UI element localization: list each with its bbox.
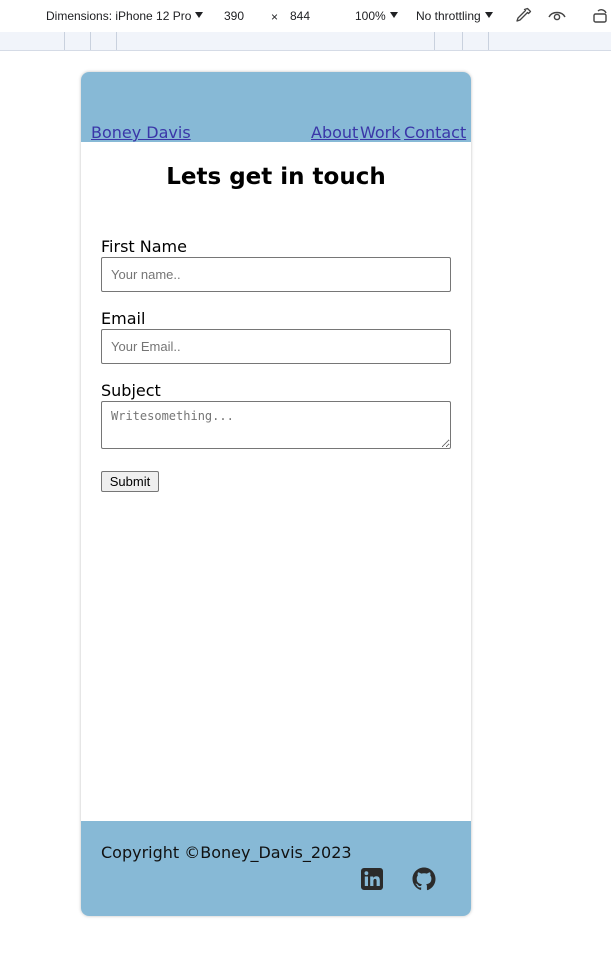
zoom-label: 100% bbox=[355, 9, 386, 23]
media-query-ruler bbox=[0, 32, 611, 51]
chevron-down-icon bbox=[484, 12, 493, 18]
subject-label: Subject bbox=[101, 381, 161, 400]
email-input[interactable] bbox=[101, 329, 451, 364]
brand-link[interactable]: Boney Davis bbox=[91, 123, 191, 142]
nav-link-contact[interactable]: Contact bbox=[404, 123, 466, 142]
submit-button[interactable]: Submit bbox=[101, 471, 159, 492]
linkedin-icon[interactable] bbox=[360, 867, 384, 891]
eye-icon[interactable] bbox=[547, 6, 567, 26]
devtools-device-toolbar: Dimensions: iPhone 12 Pro 390 × 844 100%… bbox=[0, 0, 611, 32]
throttling-dropdown[interactable]: No throttling bbox=[416, 9, 493, 23]
subject-textarea[interactable] bbox=[101, 401, 451, 449]
device-viewport: Boney Davis About Work Contact Lets get … bbox=[81, 72, 471, 916]
copyright-text: Copyright ©Boney_Davis_2023 bbox=[101, 843, 352, 862]
dimensions-times-sign: × bbox=[271, 10, 279, 24]
chevron-down-icon bbox=[389, 12, 398, 18]
eyedropper-icon[interactable] bbox=[513, 6, 533, 26]
device-width-input[interactable]: 390 bbox=[224, 9, 244, 23]
email-label: Email bbox=[101, 309, 146, 328]
rotate-icon[interactable] bbox=[591, 6, 611, 26]
first-name-label: First Name bbox=[101, 237, 187, 256]
nav-link-work[interactable]: Work bbox=[360, 123, 401, 142]
device-dimensions-label: Dimensions: iPhone 12 Pro bbox=[46, 9, 192, 23]
first-name-input[interactable] bbox=[101, 257, 451, 292]
nav-link-about[interactable]: About bbox=[311, 123, 358, 142]
throttling-label: No throttling bbox=[416, 9, 481, 23]
zoom-dropdown[interactable]: 100% bbox=[355, 9, 398, 23]
site-footer: Copyright ©Boney_Davis_2023 bbox=[81, 821, 471, 916]
chevron-down-icon bbox=[195, 12, 204, 18]
github-icon[interactable] bbox=[412, 867, 436, 891]
device-dimensions-dropdown[interactable]: Dimensions: iPhone 12 Pro bbox=[46, 9, 204, 23]
device-height-input[interactable]: 844 bbox=[290, 9, 310, 23]
page-title: Lets get in touch bbox=[166, 164, 386, 190]
